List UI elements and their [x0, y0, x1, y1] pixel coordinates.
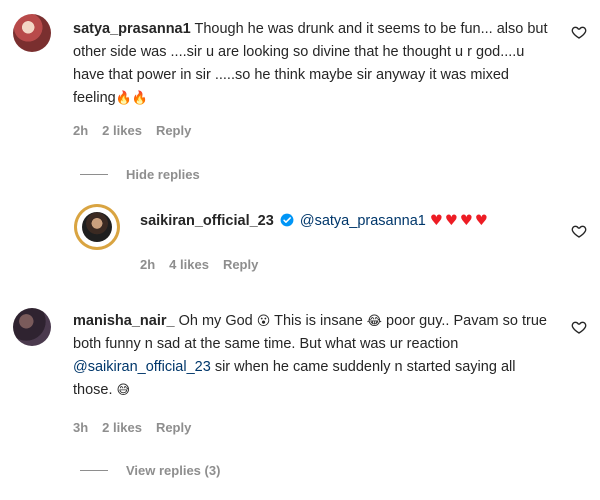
- avatar[interactable]: [13, 308, 51, 346]
- reply-time: 2h: [140, 257, 156, 272]
- comment-time: 2h: [73, 123, 89, 138]
- verified-badge-icon: [280, 213, 294, 227]
- heart-outline-icon[interactable]: [571, 223, 587, 239]
- comment-meta: 2h 2 likes Reply: [73, 123, 191, 138]
- hide-replies-label: Hide replies: [126, 167, 200, 182]
- avatar[interactable]: [13, 14, 51, 52]
- reply-likes[interactable]: 4 likes: [169, 257, 209, 272]
- reply-meta: 2h 4 likes Reply: [140, 257, 258, 272]
- comment-likes[interactable]: 2 likes: [102, 123, 142, 138]
- surprised-emoji: 😮: [256, 314, 271, 329]
- comment-body: satya_prasanna1 Though he was drunk and …: [73, 18, 553, 110]
- comment-text-a: Oh my God: [178, 313, 253, 329]
- avatar[interactable]: [74, 204, 120, 250]
- reply-button[interactable]: Reply: [156, 420, 191, 435]
- comment-body: manisha_nair_ Oh my God 😮 This is insane…: [73, 310, 558, 402]
- fire-emoji: 🔥🔥: [115, 91, 149, 106]
- heart-outline-icon[interactable]: [571, 24, 587, 40]
- divider-line: [80, 470, 108, 471]
- comment-meta: 3h 2 likes Reply: [73, 420, 191, 435]
- comment-text-b: This is insane: [274, 313, 363, 329]
- mention-link[interactable]: @saikiran_official_23: [73, 359, 211, 375]
- reply-body: saikiran_official_23 @satya_prasanna1 ♥♥…: [140, 210, 570, 233]
- sweat-smile-emoji: 😅: [116, 383, 131, 398]
- mention-link[interactable]: @satya_prasanna1: [300, 213, 426, 229]
- reply-button[interactable]: Reply: [223, 257, 258, 272]
- reply-username[interactable]: saikiran_official_23: [140, 213, 274, 229]
- heart-outline-icon[interactable]: [571, 319, 587, 335]
- red-heart-emojis: ♥♥♥♥: [429, 213, 490, 229]
- comment-username[interactable]: manisha_nair_: [73, 313, 175, 329]
- laughing-emoji: 😂: [366, 314, 382, 329]
- comment-time: 3h: [73, 420, 89, 435]
- hide-replies-button[interactable]: Hide replies: [80, 167, 200, 182]
- reply-button[interactable]: Reply: [156, 123, 191, 138]
- comment-username[interactable]: satya_prasanna1: [73, 21, 191, 37]
- view-replies-button[interactable]: View replies (3): [80, 463, 220, 478]
- divider-line: [80, 174, 108, 175]
- view-replies-label: View replies (3): [126, 463, 221, 478]
- comment-likes[interactable]: 2 likes: [102, 420, 142, 435]
